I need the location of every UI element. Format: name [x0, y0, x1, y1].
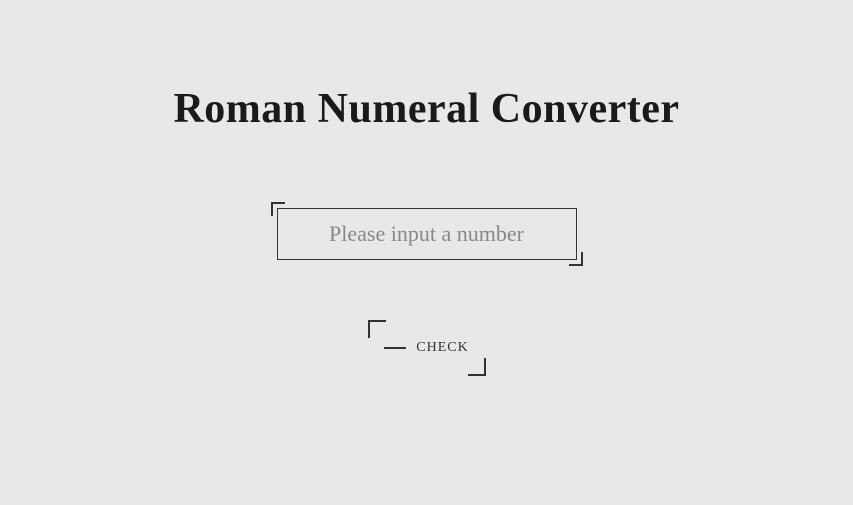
check-button-label: CHECK	[416, 340, 468, 356]
check-button-wrapper: CHECK	[368, 320, 486, 376]
line-decoration-icon	[384, 347, 406, 349]
corner-decoration-icon	[368, 320, 386, 338]
corner-decoration-icon	[271, 202, 285, 216]
corner-decoration-icon	[569, 252, 583, 266]
number-input[interactable]	[277, 208, 577, 260]
page-title: Roman Numeral Converter	[173, 85, 679, 133]
corner-decoration-icon	[468, 358, 486, 376]
number-input-wrapper	[277, 208, 577, 260]
